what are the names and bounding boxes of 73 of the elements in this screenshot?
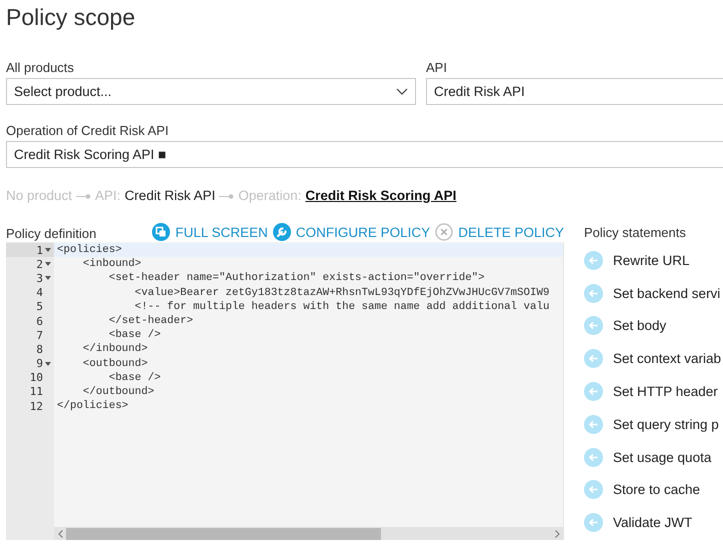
line-number: 8 [36, 342, 43, 356]
arrow-left-icon [584, 284, 603, 303]
scroll-left-icon[interactable] [58, 530, 62, 538]
code-editor[interactable] [6, 242, 564, 540]
arrow-left-icon [584, 250, 603, 270]
product-dropdown[interactable]: Select product... [6, 78, 416, 105]
line-number: 6 [36, 314, 43, 328]
breadcrumb-label: No product [6, 188, 72, 202]
line-number: 10 [30, 371, 43, 384]
operation-label: Operation of Credit Risk API [6, 123, 170, 138]
code-line: <policies> [56, 244, 122, 256]
line-number: 5 [36, 300, 43, 314]
arrow-left-icon [584, 480, 603, 500]
code-line: <base /> [108, 329, 161, 342]
line-number: 2 [36, 258, 43, 271]
arrow-left-icon [584, 349, 603, 368]
arrow-left-icon [584, 414, 603, 434]
line-number: 9 [36, 357, 43, 370]
arrow-left-icon [584, 382, 603, 402]
code-line: </outbound> [82, 386, 154, 398]
line-number: 7 [36, 328, 43, 342]
breadcrumb-link[interactable]: Credit Risk Scoring API [305, 188, 456, 202]
policy-statement-item[interactable]: Set query string p [584, 408, 719, 441]
breadcrumb-value: Credit Risk API [124, 188, 216, 202]
operation-field[interactable]: Credit Risk Scoring API ■ [6, 141, 723, 168]
fold-caret-icon[interactable] [45, 362, 51, 366]
horizontal-scrollbar[interactable] [54, 527, 563, 540]
policy-statement-item[interactable]: Validate JWT [584, 506, 692, 540]
line-number: 12 [30, 400, 43, 413]
arrow-left-icon [584, 513, 603, 532]
code-line: </inbound> [82, 343, 148, 356]
policy-statement-item[interactable]: Set backend servi [584, 276, 720, 310]
scroll-right-icon[interactable] [554, 530, 560, 538]
line-number: 1 [36, 244, 43, 257]
policy-statement-item[interactable]: Store to cache [584, 474, 700, 506]
arrow-left-icon [584, 316, 603, 336]
full-screen-icon [152, 223, 170, 241]
policy-definition-label: Policy definition [6, 226, 96, 241]
wrench-icon [272, 223, 291, 241]
policy-statements-label: Policy statements [584, 225, 687, 240]
policy-statement-item[interactable]: Set context variab [584, 342, 722, 376]
api-field[interactable]: Credit Risk API [426, 78, 723, 105]
page-title: Policy scope [6, 4, 136, 32]
code-line: <outbound> [82, 358, 148, 370]
api-label: API [426, 60, 448, 75]
arrow-left-icon [584, 448, 603, 467]
policy-statement-item[interactable]: Set HTTP header [584, 375, 718, 408]
breadcrumb-label: Operation: [238, 188, 302, 202]
code-line: <value>Bearer zetGy183tz8tazAW+RhsnTwL93qYDfEjOhZVwJHUcGV7mSOIW9 [134, 286, 550, 299]
line-number: 3 [36, 272, 43, 285]
code-line: <!-- for multiple headers with the same name add additional valu [134, 300, 550, 313]
policy-statement-item[interactable]: Rewrite URL [584, 244, 690, 277]
products-label: All products [6, 60, 75, 75]
code-line: <inbound> [82, 258, 142, 270]
chevron-down-icon [396, 88, 408, 95]
code-line: </policies> [56, 400, 128, 412]
delete-button[interactable]: DELETE POLICY [435, 223, 564, 241]
configure-button[interactable]: CONFIGURE POLICY [272, 223, 430, 241]
breadcrumb-label: API: [95, 188, 121, 202]
line-number: 11 [30, 385, 43, 398]
connector-icon [76, 191, 92, 199]
fold-caret-icon[interactable] [45, 276, 51, 280]
fold-caret-icon[interactable] [45, 262, 51, 266]
fold-caret-icon[interactable] [45, 248, 51, 252]
fullscreen-button[interactable]: FULL SCREEN [152, 223, 268, 241]
code-line: <base /> [108, 372, 161, 384]
code-line: <set-header name="Authorization" exists-action="override"> [108, 272, 485, 284]
connector-icon [219, 191, 234, 199]
policy-statement-item[interactable]: Set body [584, 310, 666, 342]
code-line: </set-header> [108, 315, 194, 328]
policy-statement-item[interactable]: Set usage quota [584, 440, 712, 474]
line-number: 4 [36, 286, 43, 300]
close-circle-icon [435, 223, 454, 241]
